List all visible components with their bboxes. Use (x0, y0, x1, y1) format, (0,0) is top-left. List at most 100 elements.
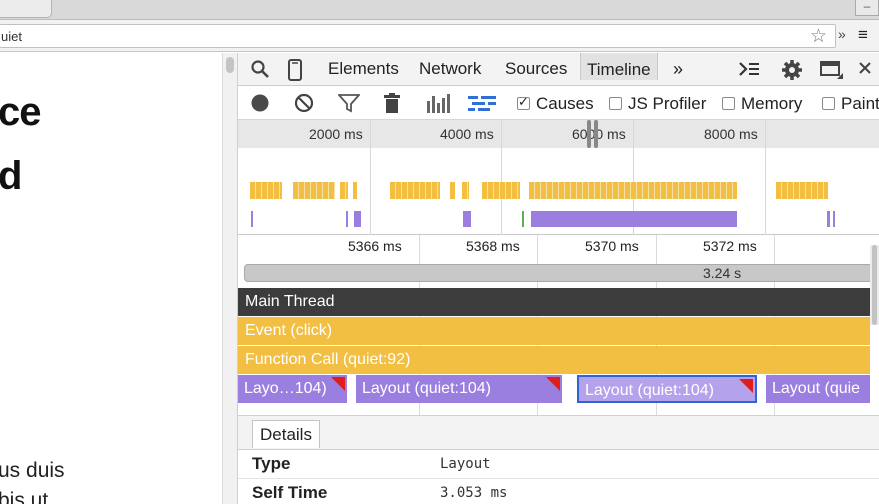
device-mode-icon[interactable] (284, 59, 306, 81)
selection-duration: 3.24 s (703, 265, 742, 281)
layout-event-label: Layout (quiet:104) (362, 380, 491, 397)
address-url: uiet (1, 29, 22, 44)
flame-tick-label: 5372 ms (703, 238, 757, 254)
forced-layout-warning-icon (739, 379, 753, 393)
trash-icon[interactable] (383, 93, 403, 113)
browser-tab-strip: – (0, 0, 879, 20)
address-bar[interactable]: uiet ☆ (0, 24, 836, 48)
details-value: Layout (440, 456, 491, 472)
flame-tick-label: 5370 ms (585, 238, 639, 254)
page-text-line-2: bis ut (0, 489, 49, 504)
overview-scripting-bar (462, 182, 469, 199)
layout-event-label: Layo…104) (244, 380, 327, 397)
tab-sources[interactable]: Sources (505, 59, 567, 79)
browser-tab[interactable] (0, 0, 52, 18)
function-call-row[interactable]: Function Call (quiet:92) (238, 346, 870, 374)
overview-window-handle-right[interactable] (594, 120, 598, 148)
overview-rendering-bar (346, 211, 348, 227)
overview-gridline (501, 120, 502, 235)
record-icon[interactable] (250, 93, 270, 113)
overview-scripting-bar (482, 182, 520, 199)
browser-menu-icon[interactable]: ≡ (858, 25, 868, 45)
flame-ruler (238, 235, 879, 263)
flame-chart[interactable]: 5366 ms 5368 ms 5370 ms 5372 ms 3.24 s M… (238, 235, 879, 415)
more-tabs-icon[interactable]: » (673, 59, 683, 80)
tab-network[interactable]: Network (419, 59, 481, 79)
page-scrollbar-thumb[interactable] (226, 57, 234, 73)
details-row: Type Layout (238, 450, 879, 479)
details-row: Self Time 3.053 ms (238, 479, 879, 504)
filter-icon[interactable] (336, 93, 362, 113)
paint-checkbox[interactable]: Paint (822, 94, 879, 114)
browser-toolbar: uiet ☆ » ≡ (0, 20, 879, 52)
settings-gear-icon[interactable] (781, 59, 803, 81)
inspected-page: ce d us duis bis ut (0, 53, 222, 504)
minimize-button[interactable]: – (855, 0, 879, 16)
overview-tick-label: 2000 ms (309, 126, 363, 142)
devtools-tab-bar: Elements Network Sources Timeline » (238, 53, 879, 86)
tab-timeline[interactable]: Timeline (580, 53, 658, 80)
layout-event-4[interactable]: Layout (quie (766, 375, 870, 403)
tab-details[interactable]: Details (252, 420, 320, 448)
details-key: Type (252, 454, 291, 473)
search-icon[interactable] (249, 59, 271, 81)
devtools-panel: Elements Network Sources Timeline » ✓Cau… (238, 53, 879, 504)
page-heading-line-1: ce (0, 90, 41, 134)
timeline-overview[interactable]: 2000 ms 4000 ms 6000 ms 8000 ms (238, 120, 879, 235)
selection-range-bar[interactable]: 3.24 s (244, 264, 879, 282)
bookmark-star-icon[interactable]: ☆ (810, 25, 827, 48)
js-profiler-checkbox[interactable]: JS Profiler (609, 94, 706, 114)
overview-window-handle[interactable] (587, 120, 599, 148)
page-scrollbar[interactable] (222, 53, 238, 504)
causes-checkbox-box[interactable] (517, 94, 530, 110)
paint-checkbox-label: Paint (841, 94, 879, 113)
overview-scripting-bar (353, 182, 357, 199)
overview-rendering-bar (833, 211, 835, 227)
flame-tick-label: 5368 ms (466, 238, 520, 254)
layout-event-2[interactable]: Layout (quiet:104) (356, 375, 562, 403)
flame-chart-scrollbar-thumb[interactable] (872, 245, 877, 325)
details-key: Self Time (252, 483, 328, 502)
timeline-toolbar: Causes JS Profiler Memory Paint (238, 86, 879, 120)
memory-checkbox-box[interactable] (722, 97, 735, 110)
console-drawer-icon[interactable] (738, 59, 760, 81)
causes-checkbox-label: Causes (536, 94, 594, 113)
layout-event-label: Layout (quiet:104) (585, 382, 714, 399)
details-value: 3.053 ms (440, 485, 508, 501)
main-thread-row[interactable]: Main Thread (238, 288, 870, 316)
extensions-overflow-icon[interactable]: » (838, 26, 846, 42)
overview-scripting-bar (776, 182, 828, 199)
dock-side-icon[interactable] (819, 59, 843, 81)
overview-scripting-bar (250, 182, 282, 199)
overview-rendering-bar (251, 211, 253, 227)
close-icon[interactable] (854, 59, 876, 81)
overview-rendering-bar (827, 211, 830, 227)
overview-scripting-bar (293, 182, 335, 199)
overview-gridline (370, 120, 371, 235)
paint-checkbox-box[interactable] (822, 97, 835, 110)
overview-scripting-bar (340, 182, 348, 199)
overview-painting-bar (522, 211, 524, 227)
event-click-row[interactable]: Event (click) (238, 317, 870, 345)
flame-chart-scrollbar[interactable] (870, 245, 879, 325)
forced-layout-warning-icon (546, 377, 560, 391)
flamechart-toggle-icon[interactable] (426, 93, 452, 113)
clear-icon[interactable] (294, 93, 314, 113)
js-profiler-checkbox-box[interactable] (609, 97, 622, 110)
waterfall-icon[interactable] (468, 93, 496, 113)
layout-event-1[interactable]: Layo…104) (238, 375, 347, 403)
js-profiler-checkbox-label: JS Profiler (628, 94, 707, 113)
overview-scripting-bar (450, 182, 455, 199)
memory-checkbox[interactable]: Memory (722, 94, 802, 114)
layout-event-3-selected[interactable]: Layout (quiet:104) (577, 375, 757, 403)
layout-event-label: Layout (quie (772, 380, 861, 397)
overview-window-handle-left[interactable] (587, 120, 591, 148)
overview-rendering-bar (531, 211, 737, 227)
overview-scripting-bar (390, 182, 440, 199)
causes-checkbox[interactable]: Causes (517, 94, 594, 114)
memory-checkbox-label: Memory (741, 94, 803, 113)
details-pane: Details Type Layout Self Time 3.053 ms (238, 415, 879, 504)
page-text-line-1: us duis (0, 459, 65, 482)
tab-elements[interactable]: Elements (328, 59, 399, 79)
overview-tick-label: 4000 ms (440, 126, 494, 142)
